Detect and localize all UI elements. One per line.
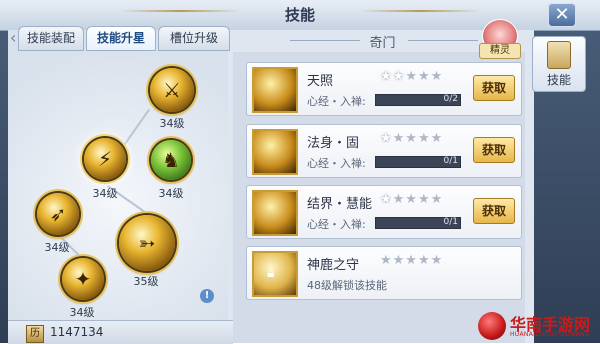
close-icon: ✕: [554, 4, 570, 25]
sprite-label[interactable]: 精灵: [479, 43, 521, 59]
arrow-icon: ➳: [138, 231, 156, 255]
star-rating: ★★★★★: [380, 253, 444, 268]
title-ornament-left: [120, 10, 240, 12]
window-title: 技能: [284, 6, 315, 24]
skill-node[interactable]: ➳: [119, 215, 175, 271]
watermark-sub: HUANANSHOUYOUWANG: [510, 331, 590, 338]
section-ornament-right: [408, 40, 478, 41]
skill-name: 结界・慧能: [307, 197, 373, 212]
get-button[interactable]: 获取: [473, 75, 515, 101]
progress-bar: 0/2: [375, 94, 461, 106]
skill-level: 34级: [158, 187, 184, 200]
spear-icon: ➶: [49, 202, 67, 226]
lock-icon: 🔒︎: [267, 265, 275, 281]
progress-bar: 0/1: [375, 217, 461, 229]
skill-requirement: 心经・入禅:: [307, 157, 366, 170]
skill-level: 34级: [159, 117, 185, 130]
star-rating: ★★★★★: [380, 131, 444, 146]
progress-text: 0/1: [443, 217, 458, 227]
skill-level: 34级: [92, 187, 118, 200]
skill-row[interactable]: 结界・慧能 ★★★★★ 心经・入禅: 0/1 获取: [246, 185, 522, 239]
skill-node[interactable]: ➶: [37, 193, 79, 235]
tab-slot-upgrade[interactable]: 槽位升级: [158, 26, 230, 51]
skill-requirement: 心经・入禅:: [307, 218, 366, 231]
skill-unlock-hint: 48级解锁该技能: [307, 279, 387, 292]
progress-text: 0/2: [443, 94, 458, 104]
skill-icon: 🔒︎: [252, 251, 298, 297]
watermark: 华南手游网 HUANANSHOUYOUWANG: [478, 309, 600, 343]
skill-row[interactable]: 天照 ★★★★★ 心经・入禅: 0/2 获取: [246, 62, 522, 116]
skill-panel: 技能 ✕ ‹ 技能装配 技能升星 槽位升级 ⚔ 34级 ⚡ 34级 ♞ 34级 …: [0, 0, 600, 344]
skill-icon: [252, 67, 298, 113]
skill-node[interactable]: ✦: [62, 258, 104, 300]
get-button[interactable]: 获取: [473, 137, 515, 163]
kick-icon: ✦: [74, 267, 92, 291]
currency-bar: 历 1147134: [8, 320, 233, 344]
skill-name: 神鹿之守: [307, 258, 360, 273]
tab-skill-star[interactable]: 技能升星: [86, 26, 156, 51]
skill-level: 35级: [133, 275, 159, 288]
side-tab-label: 技能: [546, 73, 571, 87]
skill-node[interactable]: ⚡: [84, 138, 126, 180]
get-button[interactable]: 获取: [473, 198, 515, 224]
skill-node[interactable]: ⚔: [150, 68, 194, 112]
title-ornament-right: [360, 10, 480, 12]
side-tab-skill[interactable]: 技能: [532, 36, 586, 92]
skill-icon: [252, 190, 298, 236]
skill-requirement: 心经・入禅:: [307, 95, 366, 108]
skill-row[interactable]: 🔒︎ 神鹿之守 ★★★★★ 48级解锁该技能: [246, 246, 522, 300]
watermark-logo: [478, 312, 506, 340]
blades-icon: ⚔: [163, 78, 181, 102]
tab-skill-equip[interactable]: 技能装配: [18, 26, 84, 51]
currency-icon: 历: [26, 325, 44, 343]
skill-name: 天照: [307, 74, 334, 89]
slash-icon: ⚡: [97, 147, 113, 171]
skill-level: 34级: [44, 241, 70, 254]
star-rating: ★★★★★: [380, 69, 444, 84]
star-rating: ★★★★★: [380, 192, 444, 207]
skill-name: 法身・固: [307, 136, 360, 151]
scroll-icon: [547, 41, 571, 69]
skill-level: 34级: [69, 306, 95, 319]
progress-text: 0/1: [443, 156, 458, 166]
warrior-icon: ♞: [162, 148, 180, 172]
skill-row[interactable]: 法身・固 ★★★★★ 心经・入禅: 0/1 获取: [246, 124, 522, 178]
info-icon[interactable]: !: [200, 289, 214, 303]
close-button[interactable]: ✕: [548, 3, 576, 27]
progress-bar: 0/1: [375, 156, 461, 168]
skill-icon: [252, 129, 298, 175]
skill-node[interactable]: ♞: [151, 140, 191, 180]
currency-amount: 1147134: [50, 325, 104, 339]
